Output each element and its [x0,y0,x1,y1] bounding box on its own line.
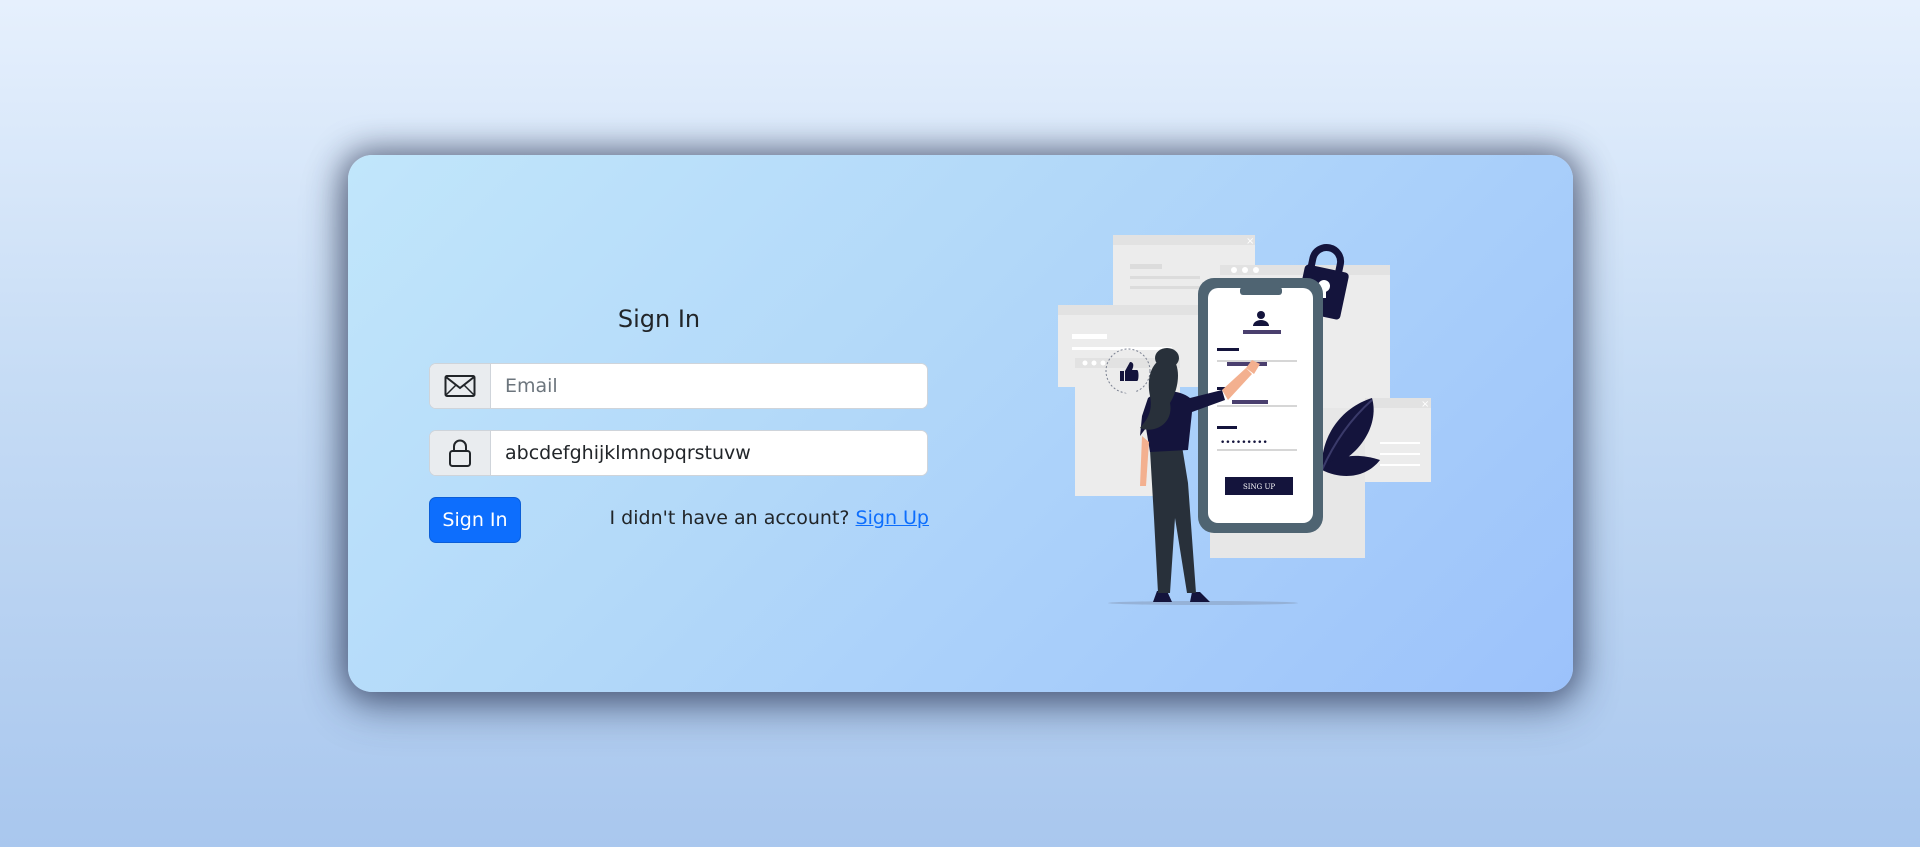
svg-text:×: × [1246,236,1254,247]
signup-prompt: I didn't have an account? Sign Up [560,507,929,529]
account-prompt-text: I didn't have an account? [609,507,850,529]
phone-signup-label: SING UP [1243,483,1275,491]
password-input[interactable] [491,431,927,475]
password-addon [430,431,491,475]
email-field-group [429,363,928,409]
email-addon [430,364,491,408]
password-field-group [429,430,928,476]
lock-icon [449,439,471,467]
svg-text:×: × [1421,399,1429,410]
envelope-icon [444,375,476,397]
sign-in-button[interactable]: Sign In [429,497,521,543]
sign-up-link[interactable]: Sign Up [856,507,929,529]
page-title: Sign In [617,305,701,333]
email-input[interactable] [491,364,927,408]
signup-illustration: × × ••••••••• SING UP [1058,235,1431,605]
phone-password-dots: ••••••••• [1220,438,1268,448]
